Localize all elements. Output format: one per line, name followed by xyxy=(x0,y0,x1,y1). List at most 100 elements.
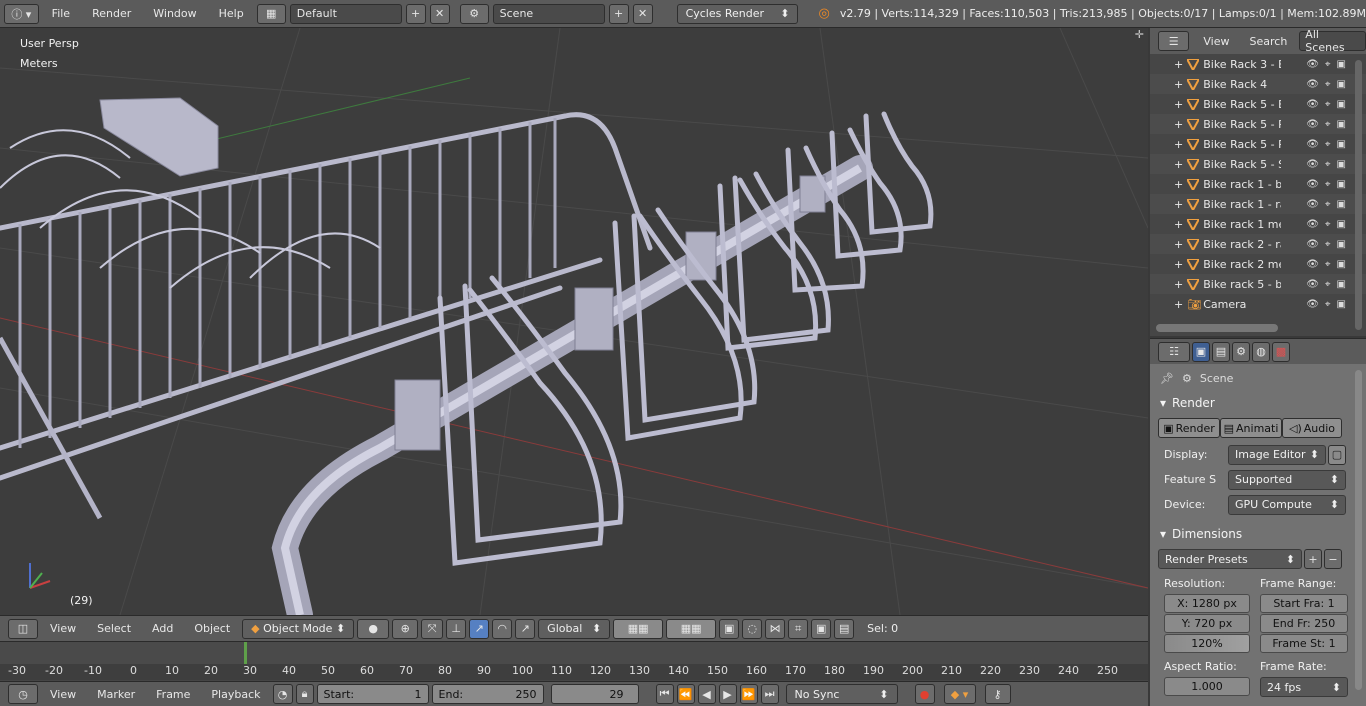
expand-icon[interactable]: + xyxy=(1174,178,1183,191)
feature-set-select[interactable]: Supported ⬍ xyxy=(1228,469,1346,490)
record-button[interactable]: ● xyxy=(914,684,935,704)
outliner-row[interactable]: + Bike Rack 3 - B 👁︎ ⌖ ▣ xyxy=(1150,54,1366,74)
dimensions-panel-header[interactable]: ▾ Dimensions xyxy=(1150,521,1366,547)
menu-add[interactable]: Add xyxy=(143,622,182,635)
cursor-icon[interactable]: ⌖ xyxy=(1325,79,1331,90)
outliner-row[interactable]: + Bike rack 5 - bo 👁︎ ⌖ ▣ xyxy=(1150,274,1366,294)
play-reverse-button[interactable]: ◀ xyxy=(697,684,716,704)
manipulator-toggle[interactable]: ⤧ xyxy=(421,618,444,639)
scene-icon-button[interactable]: ⚙ xyxy=(459,3,489,24)
render-icon[interactable]: ▣ xyxy=(1337,299,1346,310)
tab-scene[interactable]: ⚙ xyxy=(1232,341,1250,362)
render-icon[interactable]: ▣ xyxy=(1337,159,1346,170)
outliner-row[interactable]: + Bike Rack 4 👁︎ ⌖ ▣ xyxy=(1150,74,1366,94)
timeline-ruler[interactable]: -30 -20 -10 0 10 20 30 40 50 60 70 80 90… xyxy=(0,641,1148,681)
expand-icon[interactable]: + xyxy=(1174,78,1183,91)
remove-scene-button[interactable]: ✕ xyxy=(632,3,653,24)
outliner-row[interactable]: + Bike rack 2 me 👁︎ ⌖ ▣ xyxy=(1150,254,1366,274)
screen-layout-icon-button[interactable]: ▦ xyxy=(256,3,286,24)
orientation-select[interactable]: Global ⬍ xyxy=(538,618,611,639)
tab-render-layers[interactable]: ▤ xyxy=(1212,341,1230,362)
outliner-tab-search[interactable]: Search xyxy=(1244,35,1294,48)
mode-select[interactable]: ◆ Object Mode ⬍ xyxy=(242,618,355,639)
expand-icon[interactable]: + xyxy=(1174,238,1183,251)
outliner-display-mode[interactable]: All Scenes xyxy=(1299,28,1366,54)
next-keyframe-button[interactable]: ⏩ xyxy=(739,684,758,704)
layers-block-2[interactable]: ▦▦ xyxy=(666,618,717,639)
cursor-icon[interactable]: ⌖ xyxy=(1325,239,1331,250)
outliner-row[interactable]: + Bike rack 2 - ra 👁︎ ⌖ ▣ xyxy=(1150,234,1366,254)
jump-start-button[interactable]: ⏮ xyxy=(655,684,674,704)
resolution-y-field[interactable]: Y: 720 px xyxy=(1164,614,1250,633)
outliner-scrollbar[interactable] xyxy=(1355,60,1362,330)
expand-icon[interactable]: + xyxy=(1174,158,1183,171)
menu-frame[interactable]: Frame xyxy=(147,688,199,701)
render-icon[interactable]: ▣ xyxy=(1337,259,1346,270)
menu-file[interactable]: File xyxy=(43,7,79,20)
remove-layout-button[interactable]: ✕ xyxy=(429,3,450,24)
screen-layout-field[interactable]: Default xyxy=(289,3,402,24)
tab-world[interactable]: ◍ xyxy=(1252,341,1270,362)
render-still-button[interactable]: ▣ xyxy=(811,618,832,639)
cursor-icon[interactable]: ⌖ xyxy=(1325,59,1331,70)
current-frame-field[interactable]: 29 xyxy=(550,684,639,704)
render-icon[interactable]: ▣ xyxy=(1337,279,1346,290)
remove-preset-button[interactable]: − xyxy=(1324,549,1342,569)
eye-icon[interactable]: 👁︎ xyxy=(1306,119,1319,130)
pin-icon[interactable]: 📌︎ xyxy=(1160,372,1174,385)
transform-manipulator[interactable]: ↗ xyxy=(515,618,536,639)
jump-end-button[interactable]: ⏭ xyxy=(760,684,779,704)
add-preset-button[interactable]: + xyxy=(1304,549,1322,569)
outliner-list[interactable]: + Bike Rack 3 - B 👁︎ ⌖ ▣ + Bike Rack 4 👁︎ ⌖… xyxy=(1150,54,1366,336)
start-frame-field[interactable]: Start: 1 xyxy=(316,684,429,704)
resolution-x-field[interactable]: X: 1280 px xyxy=(1164,594,1250,613)
render-audio-button[interactable]: ◁) Audio xyxy=(1282,418,1342,438)
cursor-icon[interactable]: ⌖ xyxy=(1325,259,1331,270)
menu-select[interactable]: Select xyxy=(88,622,140,635)
render-icon[interactable]: ▣ xyxy=(1337,139,1346,150)
expand-icon[interactable]: + xyxy=(1174,118,1183,131)
area-split-icon[interactable]: ✛ xyxy=(1135,28,1144,41)
end-frame-field[interactable]: End: 250 xyxy=(431,684,544,704)
info-editor-type-button[interactable]: ⓘ ▾ xyxy=(4,3,39,24)
scene-field[interactable]: Scene xyxy=(492,3,605,24)
menu-render[interactable]: Render xyxy=(83,7,140,20)
proportional-edit-button[interactable]: ◌ xyxy=(742,618,763,639)
cursor-icon[interactable]: ⌖ xyxy=(1325,119,1331,130)
resolution-percent-field[interactable]: 120% xyxy=(1164,634,1250,653)
tab-render[interactable]: ▣ xyxy=(1192,341,1210,362)
cursor-icon[interactable]: ⌖ xyxy=(1325,159,1331,170)
render-image-button[interactable]: ▣ Render xyxy=(1158,418,1220,438)
outliner-tab-view[interactable]: View xyxy=(1195,35,1237,48)
outliner-editor-type[interactable]: ☰ xyxy=(1158,31,1190,51)
expand-icon[interactable]: + xyxy=(1174,278,1183,291)
eye-icon[interactable]: 👁︎ xyxy=(1306,279,1319,290)
expand-icon[interactable]: + xyxy=(1174,138,1183,151)
cursor-icon[interactable]: ⌖ xyxy=(1325,279,1331,290)
timeline-editor-type[interactable]: ◷ xyxy=(8,684,38,704)
render-icon[interactable]: ▣ xyxy=(1337,119,1346,130)
outliner-row[interactable]: + Bike rack 1 - bo 👁︎ ⌖ ▣ xyxy=(1150,174,1366,194)
render-icon[interactable]: ▣ xyxy=(1337,99,1346,110)
eye-icon[interactable]: 👁︎ xyxy=(1306,99,1319,110)
cursor-icon[interactable]: ⌖ xyxy=(1325,299,1331,310)
properties-scrollbar[interactable] xyxy=(1355,370,1362,690)
eye-icon[interactable]: 👁︎ xyxy=(1306,259,1319,270)
pivot-button[interactable]: ⊕ xyxy=(392,618,419,639)
lock-interface-button[interactable]: ▢ xyxy=(1328,444,1346,465)
keying-set-button[interactable]: ◆ ▾ xyxy=(943,684,976,704)
preview-range-button[interactable]: ◔ xyxy=(272,684,293,704)
play-button[interactable]: ▶ xyxy=(718,684,737,704)
start-frame-prop-field[interactable]: Start Fra: 1 xyxy=(1260,594,1348,613)
add-layout-button[interactable]: + xyxy=(405,3,426,24)
cursor-icon[interactable]: ⌖ xyxy=(1325,199,1331,210)
outliner-h-scrollbar[interactable] xyxy=(1156,324,1278,332)
eye-icon[interactable]: 👁︎ xyxy=(1306,139,1319,150)
outliner-row[interactable]: + Bike rack 1 me 👁︎ ⌖ ▣ xyxy=(1150,214,1366,234)
menu-view[interactable]: View xyxy=(41,688,85,701)
expand-icon[interactable]: + xyxy=(1174,98,1183,111)
end-frame-prop-field[interactable]: End Fr: 250 xyxy=(1260,614,1348,633)
render-icon[interactable]: ▣ xyxy=(1337,179,1346,190)
menu-playback[interactable]: Playback xyxy=(202,688,269,701)
snap-element[interactable]: ⌗ xyxy=(788,618,809,639)
